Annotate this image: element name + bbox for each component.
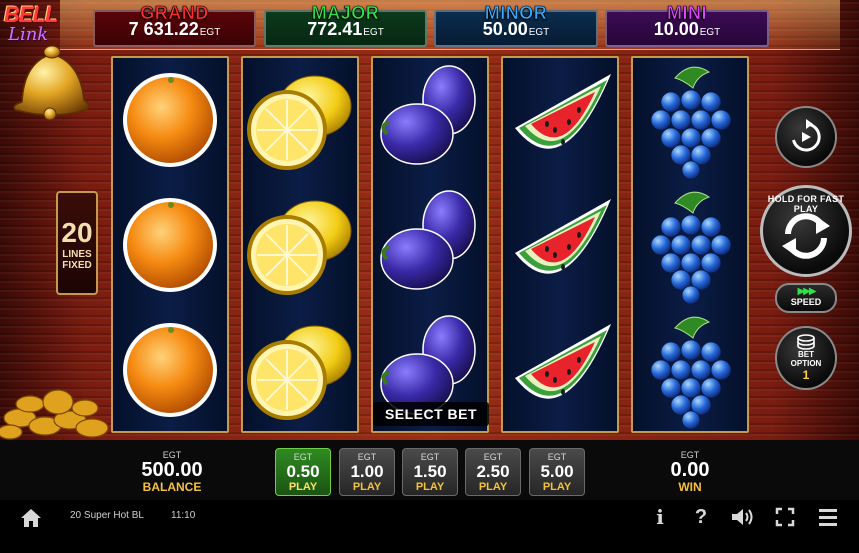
clock: 11:10 bbox=[171, 510, 196, 521]
jackpot-minor: MINOR 50.00EGT bbox=[434, 3, 598, 47]
bet-currency: EGT bbox=[357, 452, 377, 462]
bet-play-label: PLAY bbox=[478, 481, 508, 493]
balance-label: BALANCE bbox=[142, 480, 202, 494]
bet-button-3[interactable]: EGT 1.50 PLAY bbox=[402, 448, 458, 496]
jackpot-grand-value: 7 631.22EGT bbox=[128, 19, 221, 39]
bet-currency: EGT bbox=[420, 452, 440, 462]
bet-option-label-line2: OPTION bbox=[790, 359, 822, 368]
fast-forward-icon: ▶▶▶ bbox=[797, 286, 816, 297]
grapes-icon bbox=[633, 58, 747, 182]
bet-play-label: PLAY bbox=[288, 481, 318, 493]
bet-value: 5.00 bbox=[540, 462, 574, 481]
reel-2 bbox=[241, 56, 359, 433]
bet-button-4[interactable]: EGT 2.50 PLAY bbox=[465, 448, 521, 496]
lines-fixed-badge: 20 LINES FIXED bbox=[56, 191, 98, 295]
bet-value: 1.50 bbox=[413, 462, 447, 481]
bet-option-value: 1 bbox=[802, 368, 810, 382]
win-meter: EGT 0.00 WIN bbox=[644, 450, 736, 494]
bet-option-label-line1: BET bbox=[798, 350, 814, 359]
fullscreen-icon[interactable] bbox=[775, 507, 795, 527]
watermelon-icon bbox=[503, 58, 617, 182]
reel-4 bbox=[501, 56, 619, 433]
autoplay-button[interactable] bbox=[775, 106, 837, 168]
balance-value: 500.00 bbox=[141, 459, 203, 481]
jackpot-major-value: 772.41EGT bbox=[307, 19, 384, 39]
watermelon-icon bbox=[503, 183, 617, 307]
grapes-icon bbox=[633, 308, 747, 432]
spin-arrows-icon bbox=[782, 213, 830, 259]
jackpot-mini: MINI 10.00EGT bbox=[605, 3, 769, 47]
jackpot-grand: GRAND 7 631.22EGT bbox=[93, 3, 256, 47]
reel-5 bbox=[631, 56, 749, 433]
watermelon-icon bbox=[503, 308, 617, 432]
orange-icon bbox=[113, 183, 227, 307]
plum-icon bbox=[373, 58, 487, 182]
lemon-icon bbox=[243, 308, 357, 432]
bet-currency: EGT bbox=[483, 452, 503, 462]
coin-stack-icon bbox=[797, 334, 815, 350]
bet-play-label: PLAY bbox=[542, 481, 572, 493]
game-stage: BELL Link GRAND 7 631.22EGT MAJOR 772.41… bbox=[0, 0, 859, 440]
grapes-icon bbox=[633, 183, 747, 307]
win-value: 0.00 bbox=[670, 459, 710, 481]
golden-bell-icon bbox=[13, 45, 90, 120]
bet-currency: EGT bbox=[293, 452, 313, 462]
lines-label: LINES bbox=[62, 249, 92, 260]
orange-icon bbox=[113, 58, 227, 182]
sound-icon[interactable] bbox=[730, 507, 754, 527]
lemon-icon bbox=[243, 58, 357, 182]
hold-for-fast-play-label: HOLD FOR FAST PLAY bbox=[767, 194, 845, 214]
spin-button[interactable]: HOLD FOR FAST PLAY bbox=[760, 185, 852, 277]
menu-icon[interactable] bbox=[818, 508, 838, 526]
lines-count: 20 bbox=[61, 217, 93, 248]
jackpot-minor-value: 50.00EGT bbox=[482, 19, 550, 39]
plum-icon bbox=[373, 183, 487, 307]
select-bet-label: SELECT BET bbox=[373, 402, 489, 426]
jackpot-mini-value: 10.00EGT bbox=[653, 19, 721, 39]
bet-button-1[interactable]: EGT 0.50 PLAY bbox=[275, 448, 331, 496]
lemon-icon bbox=[243, 183, 357, 307]
bet-option-button[interactable]: BET OPTION 1 bbox=[775, 326, 837, 390]
fixed-label: FIXED bbox=[62, 260, 92, 271]
bet-value: 2.50 bbox=[476, 462, 510, 481]
autoplay-icon bbox=[792, 119, 821, 152]
bet-value: 0.50 bbox=[286, 462, 320, 481]
bet-currency: EGT bbox=[547, 452, 567, 462]
home-icon[interactable] bbox=[20, 508, 42, 528]
bet-play-label: PLAY bbox=[352, 481, 382, 493]
gold-coins-icon bbox=[0, 389, 109, 440]
speed-label: SPEED bbox=[790, 297, 822, 307]
orange-icon bbox=[113, 308, 227, 432]
help-icon[interactable]: ? bbox=[688, 504, 714, 530]
game-title: 20 Super Hot BL bbox=[70, 510, 144, 521]
bet-play-label: PLAY bbox=[415, 481, 445, 493]
win-label: WIN bbox=[678, 480, 702, 494]
jackpot-major: MAJOR 772.41EGT bbox=[264, 3, 427, 47]
footer-bar: 20 Super Hot BL 11:10 i ? bbox=[0, 500, 859, 553]
reel-3 bbox=[371, 56, 489, 433]
bet-button-5[interactable]: EGT 5.00 PLAY bbox=[529, 448, 585, 496]
speed-button[interactable]: ▶▶▶ SPEED bbox=[775, 283, 837, 313]
bet-value: 1.00 bbox=[350, 462, 384, 481]
bet-button-2[interactable]: EGT 1.00 PLAY bbox=[339, 448, 395, 496]
info-icon[interactable]: i bbox=[647, 504, 673, 530]
reel-1 bbox=[111, 56, 229, 433]
balance-meter: EGT 500.00 BALANCE bbox=[126, 450, 218, 494]
